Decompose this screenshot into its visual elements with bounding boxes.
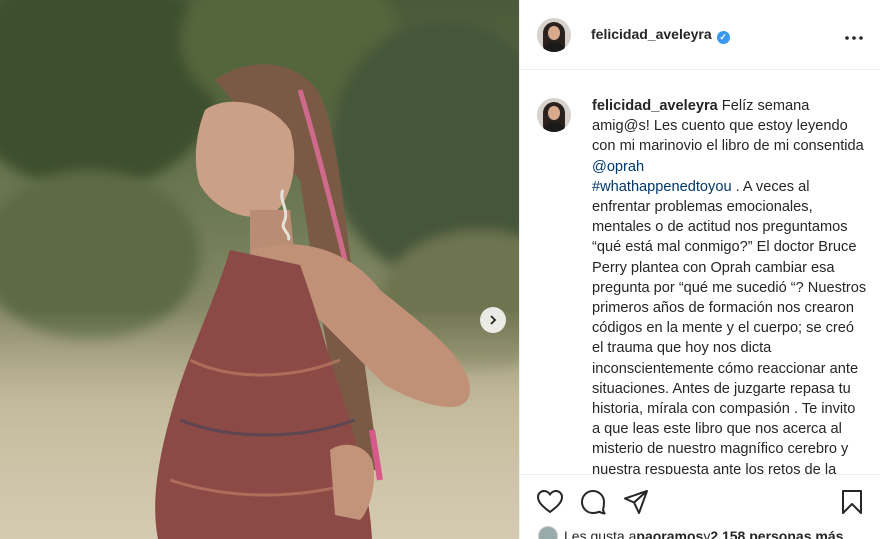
next-photo-button[interactable] (480, 307, 506, 333)
share-icon[interactable] (622, 488, 650, 516)
hashtag-link[interactable]: #whathappenedtoyou (592, 179, 732, 195)
liker-username[interactable]: paoramos (636, 528, 703, 539)
chevron-right-icon (490, 315, 497, 325)
caption-username[interactable]: felicidad_aveleyra (592, 98, 718, 114)
more-options-icon[interactable] (844, 25, 864, 45)
header-username[interactable]: felicidad_aveleyra ✓ (591, 26, 730, 44)
divider (519, 0, 520, 539)
caption-text: felicidad_aveleyra Felíz semana amig@s! … (592, 96, 867, 474)
action-bar (520, 474, 880, 526)
likes-count[interactable]: 2.158 personas más (710, 528, 843, 539)
caption-body-2: . A veces al enfrentar problemas emocion… (592, 178, 867, 474)
heart-icon[interactable] (536, 488, 564, 516)
post-photo (0, 0, 519, 539)
caption-avatar[interactable] (537, 98, 571, 132)
woman-figure (155, 64, 470, 539)
verified-badge-icon: ✓ (716, 30, 730, 44)
mention-link[interactable]: @oprah (592, 159, 644, 175)
bookmark-icon[interactable] (838, 488, 866, 516)
post-header: felicidad_aveleyra ✓ (520, 0, 880, 70)
liker-avatar[interactable] (538, 526, 558, 539)
likes-summary: Les gusta a paoramos y 2.158 personas má… (538, 526, 843, 539)
comment-icon[interactable] (579, 488, 607, 516)
caption: felicidad_aveleyra Felíz semana amig@s! … (537, 96, 867, 474)
avatar[interactable] (537, 17, 571, 52)
